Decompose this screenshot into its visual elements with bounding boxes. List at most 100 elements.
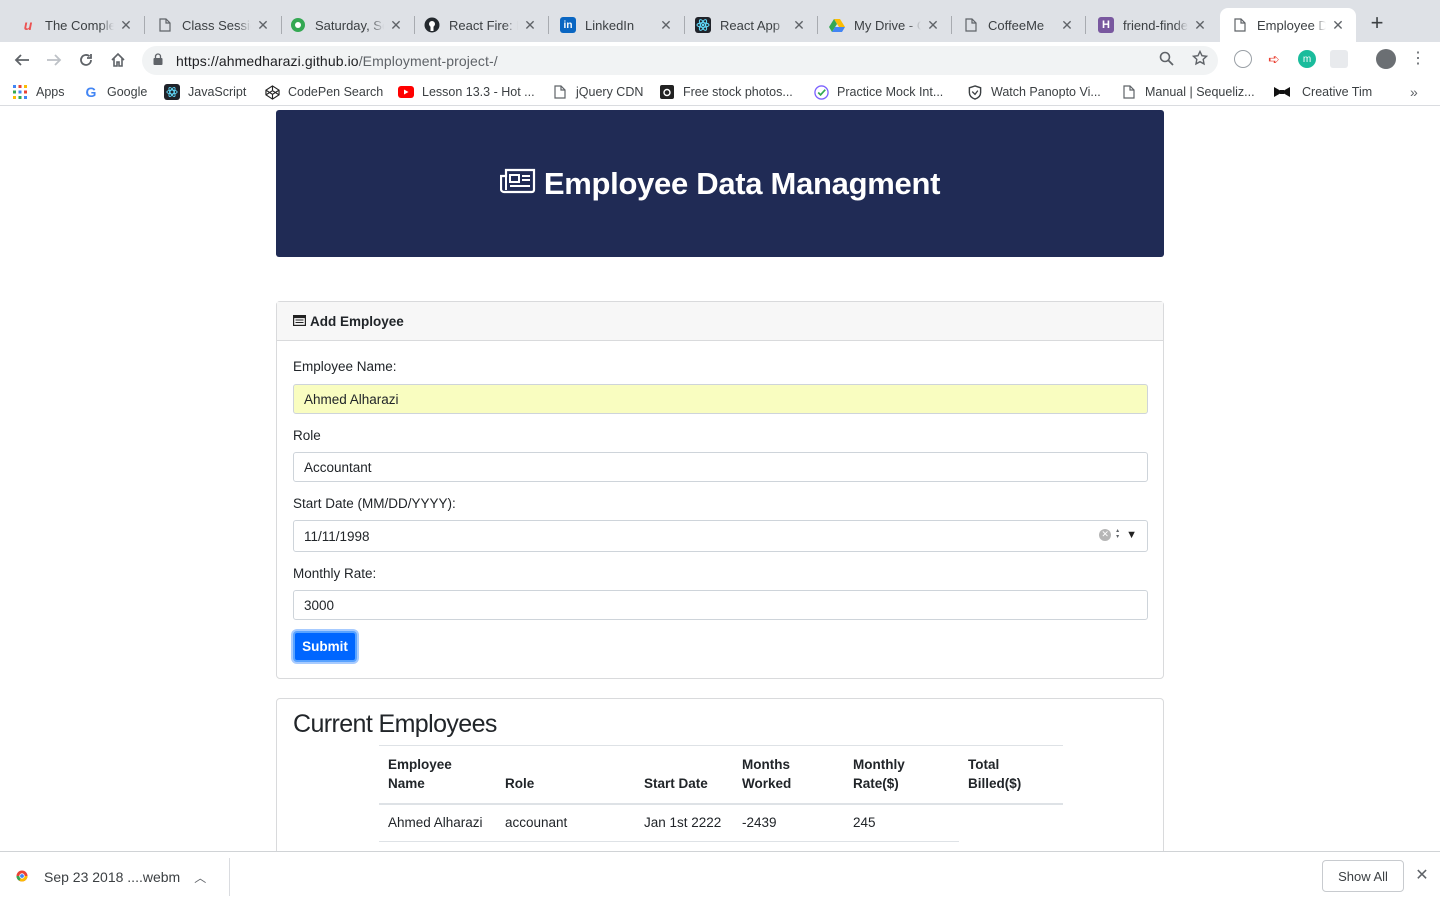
date-dropdown-icon[interactable]: ▼ (1126, 529, 1137, 541)
table-cell: accounant (496, 804, 635, 842)
employee-name-input[interactable]: Ahmed Alharazi (293, 384, 1148, 414)
close-tab-icon[interactable]: ✕ (925, 17, 941, 34)
tab-title: friend-finder (1123, 17, 1188, 33)
role-input[interactable]: Accountant (293, 452, 1148, 482)
address-bar[interactable]: https://ahmedharazi.github.io/Employment… (142, 46, 1218, 75)
udemy-icon: u (23, 17, 33, 33)
clear-date-icon[interactable]: ✕ (1099, 528, 1112, 541)
bookmark-javascript[interactable]: JavaScript (164, 83, 246, 101)
home-icon[interactable] (106, 48, 130, 72)
close-download-bar-icon[interactable]: ✕ (1413, 867, 1431, 885)
bookmark-lesson[interactable]: Lesson 13.3 - Hot ... (398, 83, 535, 101)
tab-active[interactable]: Employee Da ✕ (1220, 8, 1356, 42)
close-tab-icon[interactable]: ✕ (1059, 17, 1075, 34)
extension-circle-icon[interactable] (1234, 50, 1252, 68)
show-all-button[interactable]: Show All (1322, 860, 1404, 892)
close-tab-icon[interactable]: ✕ (388, 17, 404, 34)
bookmark-label: Free stock photos... (683, 85, 793, 99)
table-cell: Ahmed Alharazi (379, 804, 496, 842)
download-separator (229, 858, 230, 896)
column-header: Employee Name (379, 745, 496, 805)
tab-title: The Complete (45, 17, 114, 33)
tab-7[interactable]: CoffeeMe ✕ (951, 8, 1085, 42)
tab-2[interactable]: Saturday, Se ✕ (278, 8, 414, 42)
bookmark-apps[interactable]: Apps (12, 83, 65, 101)
monthly-rate-label: Monthly Rate: (293, 566, 377, 581)
bookmark-google[interactable]: G Google (83, 83, 148, 101)
lock-icon (153, 52, 167, 70)
close-tab-icon[interactable]: ✕ (1330, 17, 1346, 34)
page-icon (552, 84, 568, 100)
table-cell: Jan 1st 2222 (635, 804, 733, 842)
tab-4[interactable]: in LinkedIn ✕ (548, 8, 684, 42)
bookmark-label: Watch Panopto Vi... (991, 85, 1101, 99)
codepen-icon (264, 84, 280, 100)
bowtie-icon (1274, 84, 1290, 100)
page-title-text: Employee Data Managment (543, 165, 941, 201)
date-spinner-icon[interactable]: ▴ ▾ (1114, 528, 1121, 541)
tab-title: My Drive - G (854, 17, 921, 33)
tab-title: CoffeeMe (988, 17, 1045, 33)
table-cell (959, 804, 1063, 842)
table-cell: 245 (844, 804, 959, 842)
bookmarks-overflow-icon[interactable]: » (1410, 83, 1418, 101)
extension-square-icon[interactable] (1330, 50, 1348, 68)
bookmark-codepen[interactable]: CodePen Search (264, 83, 383, 101)
camera-icon (659, 84, 675, 100)
start-date-input[interactable]: 11/11/1998 ✕ ▴ ▾ ▼ (293, 520, 1148, 552)
chevron-up-icon[interactable]: ︿ (194, 869, 206, 886)
tab-8[interactable]: H friend-finder ✕ (1086, 8, 1218, 42)
close-tab-icon[interactable]: ✕ (791, 17, 807, 34)
page-viewport: Employee Data Managment Add Employee Emp… (0, 107, 1440, 851)
bookmark-creative-tim[interactable]: Creative Tim (1274, 83, 1372, 101)
close-tab-icon[interactable]: ✕ (522, 17, 538, 34)
submit-button[interactable]: Submit (293, 631, 357, 662)
github-icon (424, 17, 440, 33)
bookmark-label: Creative Tim (1302, 85, 1373, 99)
tab-strip: u The Complete ✕ Class Session ✕ Saturda… (0, 0, 1440, 42)
youtube-icon (398, 84, 414, 100)
profile-avatar[interactable] (1376, 49, 1396, 69)
add-employee-header: Add Employee (277, 302, 1163, 341)
close-tab-icon[interactable]: ✕ (255, 17, 271, 34)
bookmark-jquery[interactable]: jQuery CDN (552, 83, 643, 101)
new-tab-icon[interactable]: + (1366, 12, 1388, 34)
download-item[interactable]: Sep 23 2018 ....webm ︿ (16, 864, 206, 890)
url-host: https://ahmedharazi.github.io (176, 52, 359, 69)
react-icon (695, 17, 711, 33)
tab-0[interactable]: u The Complete ✕ (8, 8, 144, 42)
column-header: Role (496, 745, 635, 805)
role-label: Role (293, 428, 321, 443)
bookmark-mock-interview[interactable]: Practice Mock Int... (813, 83, 943, 101)
download-bar: Sep 23 2018 ....webm ︿ Show All ✕ (0, 851, 1440, 900)
bookmark-label: Apps (36, 85, 65, 99)
forward-arrow-icon[interactable] (42, 48, 66, 72)
table-row: Ahmed Alharazi accounant Jan 1st 2222 -2… (379, 804, 1063, 842)
bookmark-label: CodePen Search (288, 85, 384, 99)
add-employee-heading: Add Employee (310, 313, 404, 329)
url-text: https://ahmedharazi.github.io/Employment… (176, 53, 498, 69)
tab-6[interactable]: My Drive - G ✕ (817, 8, 951, 42)
menu-dots-icon[interactable]: ⋮ (1408, 48, 1428, 68)
bookmark-sequelize[interactable]: Manual | Sequeliz... (1121, 83, 1255, 101)
check-circle-icon (813, 84, 829, 100)
extension-m-icon[interactable]: m (1298, 50, 1316, 68)
tab-5[interactable]: React App ✕ (683, 8, 817, 42)
close-tab-icon[interactable]: ✕ (658, 17, 674, 34)
back-arrow-icon[interactable] (10, 48, 34, 72)
tab-title: Saturday, Se (315, 17, 384, 33)
bookmark-panopto[interactable]: Watch Panopto Vi... (967, 83, 1101, 101)
close-tab-icon[interactable]: ✕ (118, 17, 134, 34)
browser-toolbar: https://ahmedharazi.github.io/Employment… (0, 42, 1440, 78)
tab-1[interactable]: Class Session ✕ (145, 8, 281, 42)
extension-arrow-icon[interactable]: ➪ (1265, 50, 1283, 68)
bookmark-stock-photos[interactable]: Free stock photos... (659, 83, 793, 101)
monthly-rate-input[interactable]: 3000 (293, 590, 1148, 620)
zoom-search-icon[interactable] (1156, 48, 1176, 68)
tab-3[interactable]: React Fire: M ✕ (412, 8, 548, 42)
employee-name-label: Employee Name: (293, 359, 397, 374)
close-tab-icon[interactable]: ✕ (1192, 17, 1208, 34)
current-employees-card: Current Employees Employee Name Role Sta… (276, 698, 1164, 851)
reload-icon[interactable] (74, 48, 98, 72)
bookmark-star-icon[interactable] (1190, 48, 1210, 68)
